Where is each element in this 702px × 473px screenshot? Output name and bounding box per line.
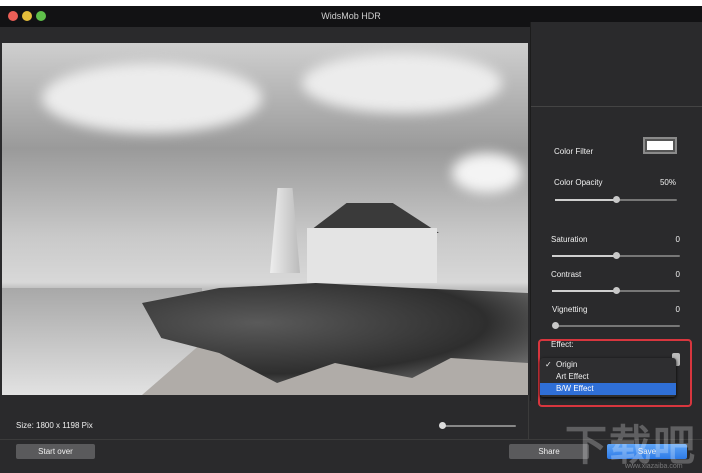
saturation-slider[interactable] [552,252,680,259]
image-size-label: Size: 1800 x 1198 Pix [16,421,93,430]
option-label: B/W Effect [556,384,594,393]
effect-option-origin[interactable]: ✓ Origin [540,359,676,371]
effect-option-bw[interactable]: B/W Effect [540,383,676,395]
contrast-value: 0 [675,270,680,279]
slider-knob[interactable] [613,196,620,203]
color-opacity-value: 50% [659,178,676,187]
zoom-slider[interactable] [439,422,516,429]
slider-knob[interactable] [613,287,620,294]
saturation-label: Saturation [551,235,588,244]
effect-option-art[interactable]: Art Effect [540,371,676,383]
window-title: WidsMob HDR [321,11,381,21]
slider-knob[interactable] [552,322,559,329]
color-filter-swatch[interactable] [643,137,677,154]
house [307,228,437,283]
vignetting-label: Vignetting [552,305,588,314]
maximize-window-button[interactable] [36,11,46,21]
option-label: Art Effect [556,372,589,381]
option-label: Origin [556,360,578,369]
watermark-url: www.xiazaiba.com [625,463,683,470]
contrast-slider[interactable] [552,287,680,294]
contrast-label: Contrast [551,270,582,279]
start-over-button[interactable]: Start over [16,444,95,459]
app-window: WidsMob HDR Color Filter Color Opacity 5… [0,6,702,473]
slider-knob[interactable] [613,252,620,259]
minimize-window-button[interactable] [22,11,32,21]
image-preview [2,43,528,395]
checkmark-icon: ✓ [545,360,552,369]
vignetting-value: 0 [675,305,680,314]
vignetting-slider[interactable] [552,322,680,329]
slider-knob[interactable] [439,422,446,429]
saturation-value: 0 [675,235,680,244]
close-window-button[interactable] [8,11,18,21]
color-filter-label: Color Filter [554,147,594,156]
color-opacity-slider[interactable] [555,196,677,203]
color-opacity-label: Color Opacity [554,178,603,187]
lighthouse [270,188,300,273]
effect-label: Effect: [551,340,574,349]
effect-dropdown-menu[interactable]: ✓ Origin Art Effect B/W Effect [540,358,676,397]
